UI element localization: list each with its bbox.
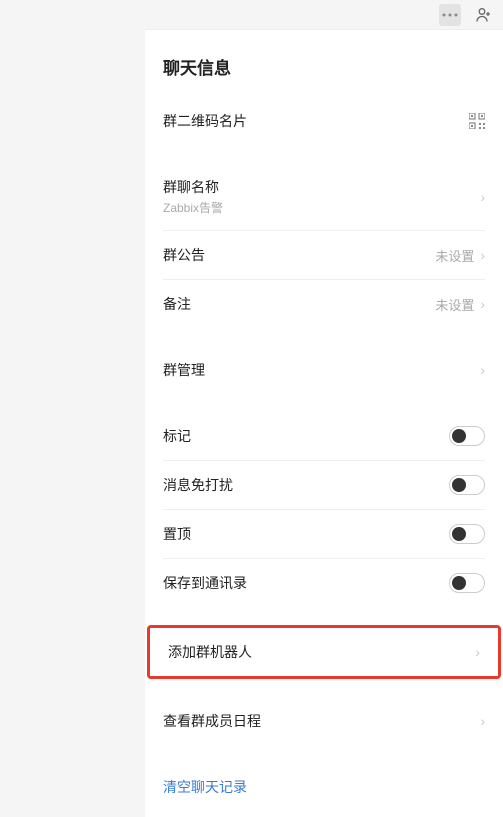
chevron-right-icon: › xyxy=(480,362,485,378)
more-icon xyxy=(442,13,458,17)
row-view-schedule[interactable]: 查看群成员日程 › xyxy=(145,697,503,745)
add-user-button[interactable] xyxy=(473,4,495,26)
row-label: 置顶 xyxy=(163,524,191,544)
row-dnd[interactable]: 消息免打扰 xyxy=(145,461,503,509)
chevron-right-icon: › xyxy=(480,713,485,729)
contacts-toggle[interactable] xyxy=(449,573,485,593)
row-remark[interactable]: 备注 未设置 › xyxy=(145,280,503,328)
row-label: 消息免打扰 xyxy=(163,475,233,495)
row-label: 添加群机器人 xyxy=(168,642,252,662)
chevron-right-icon: › xyxy=(480,296,485,312)
remark-value: 未设置 xyxy=(435,295,474,314)
more-button[interactable] xyxy=(439,4,461,26)
add-user-icon xyxy=(475,6,493,24)
row-add-bot[interactable]: 添加群机器人 › xyxy=(150,628,498,676)
row-group-manage[interactable]: 群管理 › xyxy=(145,346,503,394)
row-label: 保存到通讯录 xyxy=(163,573,247,593)
row-top[interactable]: 置顶 xyxy=(145,510,503,558)
row-label: 群公告 xyxy=(163,245,205,265)
highlight-box: 添加群机器人 › xyxy=(147,625,501,679)
chat-info-panel: 聊天信息 群二维码名片 群聊名称 Zabbix告警 › 群公告 未设置 › 备注 xyxy=(145,30,503,817)
chevron-right-icon: › xyxy=(475,644,480,660)
group-name-value: Zabbix告警 xyxy=(163,199,223,216)
qr-icon xyxy=(469,113,485,129)
top-toggle[interactable] xyxy=(449,524,485,544)
row-mark[interactable]: 标记 xyxy=(145,412,503,460)
row-label: 群管理 xyxy=(163,360,205,380)
panel-title: 聊天信息 xyxy=(145,30,503,97)
left-panel xyxy=(0,0,145,817)
dnd-toggle[interactable] xyxy=(449,475,485,495)
row-label: 清空聊天记录 xyxy=(163,777,247,797)
mark-toggle[interactable] xyxy=(449,426,485,446)
row-group-name[interactable]: 群聊名称 Zabbix告警 › xyxy=(145,163,503,230)
row-label: 标记 xyxy=(163,426,191,446)
row-label: 群二维码名片 xyxy=(163,111,247,131)
row-save-contacts[interactable]: 保存到通讯录 xyxy=(145,559,503,607)
row-label: 群聊名称 xyxy=(163,177,223,197)
row-qr-code[interactable]: 群二维码名片 xyxy=(145,97,503,145)
row-group-announcement[interactable]: 群公告 未设置 › xyxy=(145,231,503,279)
row-label: 备注 xyxy=(163,294,191,314)
announcement-value: 未设置 xyxy=(435,246,474,265)
row-clear-chat[interactable]: 清空聊天记录 xyxy=(145,763,503,811)
row-label: 查看群成员日程 xyxy=(163,711,261,731)
chevron-right-icon: › xyxy=(480,247,485,263)
chevron-right-icon: › xyxy=(480,189,485,205)
